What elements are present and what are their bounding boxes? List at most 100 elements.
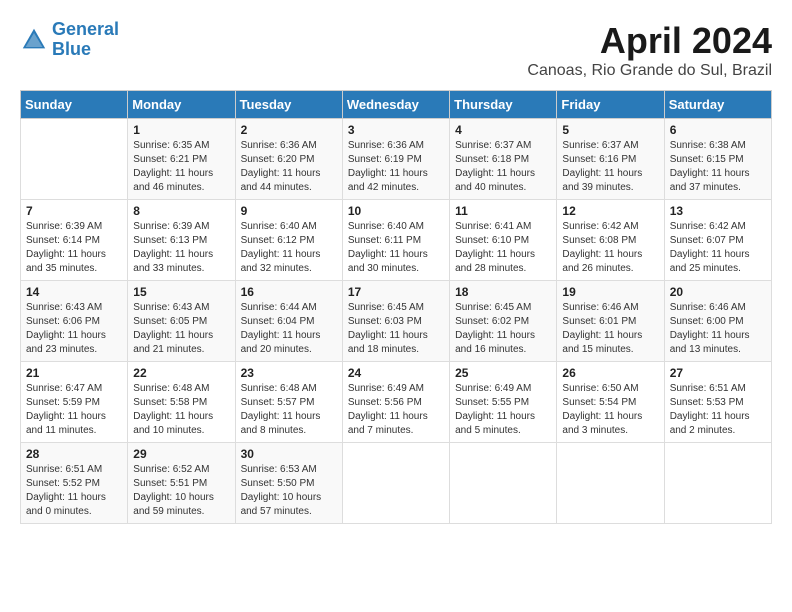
day-info: Sunrise: 6:48 AM Sunset: 5:57 PM Dayligh… xyxy=(241,382,337,438)
day-number: 20 xyxy=(670,285,766,299)
weekday-header-cell: Friday xyxy=(557,91,664,119)
calendar-day-cell: 29 Sunrise: 6:52 AM Sunset: 5:51 PM Dayli… xyxy=(128,443,235,524)
calendar-day-cell: 26Sunrise: 6:50 AM Sunset: 5:54 PM Dayli… xyxy=(557,362,664,443)
day-number: 2 xyxy=(241,123,337,137)
calendar-day-cell xyxy=(664,443,771,524)
calendar-day-cell xyxy=(450,443,557,524)
day-info: Sunrise: 6:43 AM Sunset: 6:05 PM Dayligh… xyxy=(133,301,229,357)
logo-text: General Blue xyxy=(52,20,119,60)
day-info: Sunrise: 6:36 AM Sunset: 6:20 PM Dayligh… xyxy=(241,139,337,195)
day-info: Sunrise: 6:39 AM Sunset: 6:13 PM Dayligh… xyxy=(133,220,229,276)
calendar-day-cell: 28Sunrise: 6:51 AM Sunset: 5:52 PM Dayli… xyxy=(21,443,128,524)
calendar-day-cell: 7Sunrise: 6:39 AM Sunset: 6:14 PM Daylig… xyxy=(21,200,128,281)
calendar-day-cell: 6 Sunrise: 6:38 AM Sunset: 6:15 PM Daylig… xyxy=(664,119,771,200)
day-number: 1 xyxy=(133,123,229,137)
calendar-day-cell: 11Sunrise: 6:41 AM Sunset: 6:10 PM Dayli… xyxy=(450,200,557,281)
day-number: 18 xyxy=(455,285,551,299)
day-number: 23 xyxy=(241,366,337,380)
day-info: Sunrise: 6:45 AM Sunset: 6:03 PM Dayligh… xyxy=(348,301,444,357)
day-number: 15 xyxy=(133,285,229,299)
calendar-day-cell xyxy=(342,443,449,524)
calendar-week-row: 7Sunrise: 6:39 AM Sunset: 6:14 PM Daylig… xyxy=(21,200,772,281)
logo-icon xyxy=(20,26,48,54)
calendar-table: SundayMondayTuesdayWednesdayThursdayFrid… xyxy=(20,90,772,524)
day-number: 7 xyxy=(26,204,122,218)
day-info: Sunrise: 6:48 AM Sunset: 5:58 PM Dayligh… xyxy=(133,382,229,438)
calendar-day-cell: 9 Sunrise: 6:40 AM Sunset: 6:12 PM Daylig… xyxy=(235,200,342,281)
calendar-day-cell: 5 Sunrise: 6:37 AM Sunset: 6:16 PM Daylig… xyxy=(557,119,664,200)
calendar-day-cell: 4 Sunrise: 6:37 AM Sunset: 6:18 PM Daylig… xyxy=(450,119,557,200)
day-number: 27 xyxy=(670,366,766,380)
day-number: 29 xyxy=(133,447,229,461)
day-number: 9 xyxy=(241,204,337,218)
calendar-day-cell: 1 Sunrise: 6:35 AM Sunset: 6:21 PM Daylig… xyxy=(128,119,235,200)
calendar-day-cell: 18 Sunrise: 6:45 AM Sunset: 6:02 PM Dayli… xyxy=(450,281,557,362)
day-number: 19 xyxy=(562,285,658,299)
day-number: 13 xyxy=(670,204,766,218)
calendar-week-row: 14 Sunrise: 6:43 AM Sunset: 6:06 PM Dayli… xyxy=(21,281,772,362)
calendar-day-cell: 27 Sunrise: 6:51 AM Sunset: 5:53 PM Dayli… xyxy=(664,362,771,443)
day-number: 8 xyxy=(133,204,229,218)
day-number: 6 xyxy=(670,123,766,137)
month-title: April 2024 xyxy=(527,20,772,62)
day-number: 24 xyxy=(348,366,444,380)
calendar-day-cell xyxy=(21,119,128,200)
day-info: Sunrise: 6:49 AM Sunset: 5:55 PM Dayligh… xyxy=(455,382,551,438)
day-info: Sunrise: 6:45 AM Sunset: 6:02 PM Dayligh… xyxy=(455,301,551,357)
header: General Blue April 2024 Canoas, Rio Gran… xyxy=(20,20,772,80)
calendar-day-cell: 20 Sunrise: 6:46 AM Sunset: 6:00 PM Dayli… xyxy=(664,281,771,362)
calendar-day-cell: 17 Sunrise: 6:45 AM Sunset: 6:03 PM Dayli… xyxy=(342,281,449,362)
day-number: 4 xyxy=(455,123,551,137)
day-info: Sunrise: 6:51 AM Sunset: 5:53 PM Dayligh… xyxy=(670,382,766,438)
day-info: Sunrise: 6:42 AM Sunset: 6:07 PM Dayligh… xyxy=(670,220,766,276)
calendar-day-cell: 12 Sunrise: 6:42 AM Sunset: 6:08 PM Dayli… xyxy=(557,200,664,281)
calendar-day-cell xyxy=(557,443,664,524)
day-info: Sunrise: 6:40 AM Sunset: 6:12 PM Dayligh… xyxy=(241,220,337,276)
title-area: April 2024 Canoas, Rio Grande do Sul, Br… xyxy=(527,20,772,80)
day-info: Sunrise: 6:38 AM Sunset: 6:15 PM Dayligh… xyxy=(670,139,766,195)
day-info: Sunrise: 6:43 AM Sunset: 6:06 PM Dayligh… xyxy=(26,301,122,357)
day-number: 16 xyxy=(241,285,337,299)
day-number: 12 xyxy=(562,204,658,218)
weekday-header-row: SundayMondayTuesdayWednesdayThursdayFrid… xyxy=(21,91,772,119)
day-number: 26 xyxy=(562,366,658,380)
calendar-day-cell: 10 Sunrise: 6:40 AM Sunset: 6:11 PM Dayli… xyxy=(342,200,449,281)
day-info: Sunrise: 6:47 AM Sunset: 5:59 PM Dayligh… xyxy=(26,382,122,438)
day-info: Sunrise: 6:44 AM Sunset: 6:04 PM Dayligh… xyxy=(241,301,337,357)
calendar-day-cell: 8 Sunrise: 6:39 AM Sunset: 6:13 PM Daylig… xyxy=(128,200,235,281)
weekday-header-cell: Tuesday xyxy=(235,91,342,119)
day-number: 14 xyxy=(26,285,122,299)
weekday-header-cell: Wednesday xyxy=(342,91,449,119)
weekday-header-cell: Saturday xyxy=(664,91,771,119)
calendar-day-cell: 25Sunrise: 6:49 AM Sunset: 5:55 PM Dayli… xyxy=(450,362,557,443)
calendar-week-row: 1 Sunrise: 6:35 AM Sunset: 6:21 PM Daylig… xyxy=(21,119,772,200)
day-info: Sunrise: 6:53 AM Sunset: 5:50 PM Dayligh… xyxy=(241,463,337,519)
weekday-header-cell: Monday xyxy=(128,91,235,119)
calendar-day-cell: 14 Sunrise: 6:43 AM Sunset: 6:06 PM Dayli… xyxy=(21,281,128,362)
day-number: 17 xyxy=(348,285,444,299)
day-info: Sunrise: 6:42 AM Sunset: 6:08 PM Dayligh… xyxy=(562,220,658,276)
day-info: Sunrise: 6:35 AM Sunset: 6:21 PM Dayligh… xyxy=(133,139,229,195)
day-info: Sunrise: 6:51 AM Sunset: 5:52 PM Dayligh… xyxy=(26,463,122,519)
logo: General Blue xyxy=(20,20,119,60)
day-info: Sunrise: 6:36 AM Sunset: 6:19 PM Dayligh… xyxy=(348,139,444,195)
day-info: Sunrise: 6:37 AM Sunset: 6:18 PM Dayligh… xyxy=(455,139,551,195)
calendar-day-cell: 30Sunrise: 6:53 AM Sunset: 5:50 PM Dayli… xyxy=(235,443,342,524)
day-info: Sunrise: 6:49 AM Sunset: 5:56 PM Dayligh… xyxy=(348,382,444,438)
calendar-day-cell: 15 Sunrise: 6:43 AM Sunset: 6:05 PM Dayli… xyxy=(128,281,235,362)
day-number: 5 xyxy=(562,123,658,137)
day-info: Sunrise: 6:37 AM Sunset: 6:16 PM Dayligh… xyxy=(562,139,658,195)
calendar-day-cell: 3Sunrise: 6:36 AM Sunset: 6:19 PM Daylig… xyxy=(342,119,449,200)
calendar-day-cell: 21 Sunrise: 6:47 AM Sunset: 5:59 PM Dayli… xyxy=(21,362,128,443)
weekday-header-cell: Thursday xyxy=(450,91,557,119)
day-number: 10 xyxy=(348,204,444,218)
day-number: 21 xyxy=(26,366,122,380)
day-info: Sunrise: 6:52 AM Sunset: 5:51 PM Dayligh… xyxy=(133,463,229,519)
day-info: Sunrise: 6:46 AM Sunset: 6:00 PM Dayligh… xyxy=(670,301,766,357)
calendar-day-cell: 24 Sunrise: 6:49 AM Sunset: 5:56 PM Dayli… xyxy=(342,362,449,443)
calendar-day-cell: 19Sunrise: 6:46 AM Sunset: 6:01 PM Dayli… xyxy=(557,281,664,362)
calendar-day-cell: 13 Sunrise: 6:42 AM Sunset: 6:07 PM Dayli… xyxy=(664,200,771,281)
calendar-day-cell: 16 Sunrise: 6:44 AM Sunset: 6:04 PM Dayli… xyxy=(235,281,342,362)
day-info: Sunrise: 6:40 AM Sunset: 6:11 PM Dayligh… xyxy=(348,220,444,276)
calendar-day-cell: 23 Sunrise: 6:48 AM Sunset: 5:57 PM Dayli… xyxy=(235,362,342,443)
